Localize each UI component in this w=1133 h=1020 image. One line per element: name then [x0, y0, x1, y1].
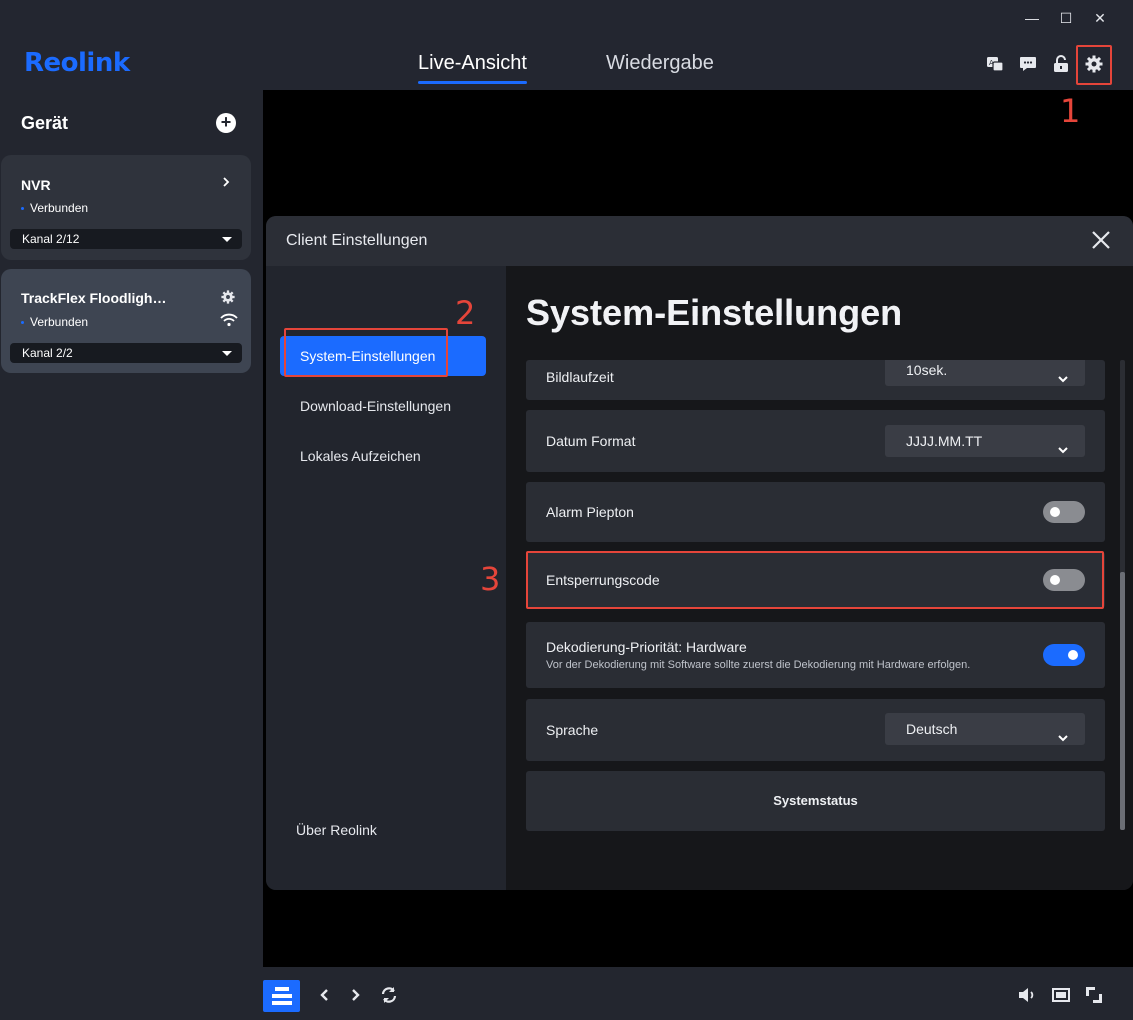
caret-down-icon: [222, 237, 232, 242]
tab-wiedergabe[interactable]: Wiedergabe: [606, 52, 714, 84]
scrollbar-thumb[interactable]: [1120, 572, 1125, 830]
scrollbar-track[interactable]: [1120, 360, 1125, 830]
channel-value: Kanal 2/12: [22, 232, 80, 246]
setting-row-sprache: Sprache Deutsch: [526, 699, 1105, 761]
setting-description: Vor der Dekodierung mit Software sollte …: [546, 659, 971, 671]
status-dot-icon: [21, 207, 24, 211]
annotation-box-2: [284, 328, 448, 377]
systemstatus-button[interactable]: Systemstatus: [526, 771, 1105, 831]
nav-lokales-aufzeichen[interactable]: Lokales Aufzeichen: [280, 436, 486, 476]
setting-label: Sprache: [546, 722, 599, 738]
sprache-select[interactable]: Deutsch: [885, 713, 1085, 745]
bottom-toolbar: [263, 967, 1133, 1020]
chevron-down-icon: [1057, 722, 1069, 754]
channel-value: Kanal 2/2: [22, 346, 73, 360]
page-title-overlay: System-Einstellungen: [526, 292, 903, 333]
maximize-button[interactable]: ☐: [1051, 6, 1081, 30]
device-status: Verbunden: [21, 315, 88, 329]
wifi-icon: [220, 313, 238, 332]
layout-list-button[interactable]: [263, 980, 300, 1012]
nav-download-einstellungen[interactable]: Download-Einstellungen: [280, 386, 486, 426]
dialog-header: Client Einstellungen: [266, 216, 1133, 266]
caret-down-icon: [222, 351, 232, 356]
gear-icon[interactable]: [221, 290, 235, 309]
toggle-knob: [1050, 507, 1060, 517]
device-status-text: Verbunden: [30, 201, 89, 215]
svg-text:A: A: [989, 59, 994, 67]
annotation-box-1: [1076, 45, 1112, 85]
select-value: JJJJ.MM.TT: [906, 433, 983, 449]
setting-label: Alarm Piepton: [546, 504, 634, 520]
device-card-trackflex[interactable]: TrackFlex Floodligh… Verbunden Kanal 2/2: [1, 269, 251, 373]
dialog-title: Client Einstellungen: [286, 232, 428, 249]
datum-format-select[interactable]: JJJJ.MM.TT: [885, 425, 1085, 457]
setting-label: Datum Format: [546, 433, 636, 449]
refresh-icon[interactable]: [378, 984, 400, 1006]
annotation-number-1: 1: [1060, 92, 1081, 130]
setting-row-datum-format: Datum Format JJJJ.MM.TT: [526, 410, 1105, 472]
screen-icon[interactable]: [1050, 984, 1072, 1006]
channel-select[interactable]: Kanal 2/12: [10, 229, 242, 249]
setting-label: Dekodierung-Priorität: Hardware: [546, 639, 747, 655]
toggle-knob: [1068, 650, 1078, 660]
device-sidebar: Gerät + NVR Verbunden Kanal 2/12 TrackFl…: [0, 90, 263, 1020]
setting-row-dekodierung: Dekodierung-Priorität: Hardware Vor der …: [526, 622, 1105, 688]
chevron-down-icon: [1057, 363, 1069, 395]
nav-about-reolink[interactable]: Über Reolink: [296, 822, 377, 838]
device-status: Verbunden: [21, 201, 88, 215]
device-name: TrackFlex Floodligh…: [21, 290, 167, 306]
device-name: NVR: [21, 177, 51, 193]
top-header: — ☐ ✕ Reolink Live-Ansicht Wiedergabe A: [0, 0, 1133, 90]
annotation-box-3: [526, 551, 1104, 609]
translate-icon[interactable]: A: [983, 52, 1007, 76]
channel-select[interactable]: Kanal 2/2: [10, 343, 242, 363]
device-status-text: Verbunden: [30, 315, 89, 329]
minimize-button[interactable]: —: [1017, 6, 1047, 30]
sidebar-title: Gerät: [21, 113, 69, 133]
add-device-button[interactable]: +: [216, 113, 236, 133]
fullscreen-icon[interactable]: [1083, 984, 1105, 1006]
chevron-down-icon: [1057, 434, 1069, 466]
setting-label: Bildlaufzeit: [546, 369, 614, 385]
close-window-button[interactable]: ✕: [1085, 6, 1115, 30]
setting-row-bildlaufzeit: Bildlaufzeit 10sek.: [526, 354, 1105, 400]
setting-row-alarm-piepton: Alarm Piepton: [526, 482, 1105, 542]
device-card-nvr[interactable]: NVR Verbunden Kanal 2/12: [1, 155, 251, 260]
previous-icon[interactable]: [313, 984, 335, 1006]
unlock-icon[interactable]: [1049, 52, 1073, 76]
dekodierung-toggle[interactable]: [1043, 644, 1085, 666]
reolink-logo: Reolink: [24, 48, 130, 78]
alarm-piepton-toggle[interactable]: [1043, 501, 1085, 523]
annotation-number-3: 3: [480, 560, 501, 598]
tab-live-ansicht[interactable]: Live-Ansicht: [418, 52, 527, 84]
select-value: Deutsch: [906, 721, 958, 737]
volume-icon[interactable]: [1016, 984, 1038, 1006]
message-icon[interactable]: [1016, 52, 1040, 76]
window-controls: — ☐ ✕: [1017, 6, 1115, 30]
list-icon: [271, 987, 292, 1005]
chevron-right-icon[interactable]: [221, 175, 231, 193]
close-icon[interactable]: [1091, 230, 1111, 250]
status-dot-icon: [21, 321, 24, 325]
select-value: 10sek.: [906, 362, 948, 378]
next-icon[interactable]: [345, 984, 367, 1006]
annotation-number-2: 2: [455, 294, 476, 332]
